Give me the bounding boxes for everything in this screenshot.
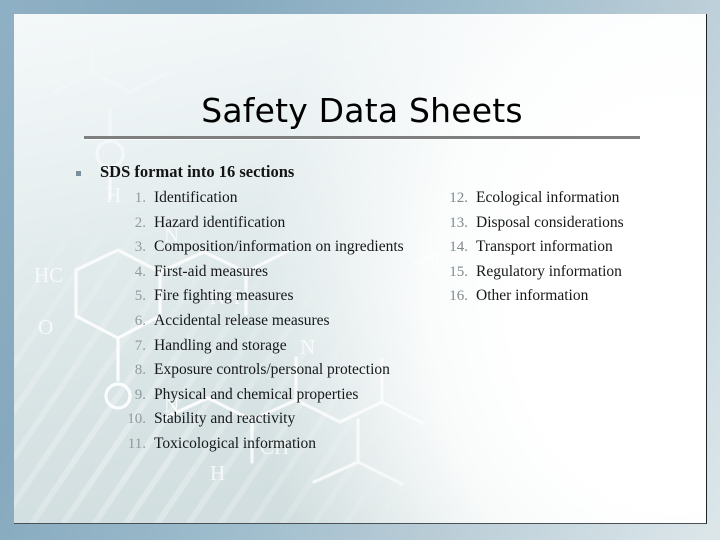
section-label: Identification <box>154 189 238 206</box>
section-list-item: 10. Stability and reactivity <box>118 410 404 435</box>
section-number: 2. <box>134 214 146 231</box>
section-list-item: 9. Physical and chemical properties <box>118 386 404 411</box>
section-number: 11. <box>127 435 146 452</box>
section-number: 3. <box>134 239 146 256</box>
section-list-item: 8. Exposure controls/personal protection <box>118 361 404 386</box>
section-list-item: 7. Handling and storage <box>118 337 404 362</box>
sections-list-left: 1. Identification 2. Hazard identification 3… <box>118 189 404 460</box>
section-list-item: 2. Hazard identification <box>118 214 404 239</box>
section-number: 16. <box>449 288 468 305</box>
section-number: 5. <box>134 288 146 305</box>
section-label: Disposal considerations <box>476 213 624 231</box>
section-label: Toxicological information <box>154 434 317 452</box>
section-list-item: 4. First-aid measures <box>118 263 404 288</box>
section-label: Physical and chemical properties <box>154 385 359 403</box>
section-list-item: 13. Disposal considerations <box>444 213 624 239</box>
section-list-item: 6. Accidental release measures <box>118 312 404 337</box>
section-label: Exposure controls/personal protection <box>154 361 390 379</box>
square-bullet-icon <box>76 171 81 176</box>
section-label: Ecological information <box>476 189 620 206</box>
bullet-heading-row: SDS format into 16 sections <box>76 162 295 181</box>
section-number: 13. <box>449 214 468 231</box>
slide-frame: HC N NH O N H CH N HC N H Safety Data Sh… <box>0 0 720 540</box>
section-number: 4. <box>134 263 146 280</box>
section-list-item: 14. Transport information <box>444 238 624 263</box>
bullet-heading-label: SDS format into 16 sections <box>100 162 295 181</box>
sections-list-right: 12. Ecological information 13. Disposal con… <box>444 189 624 312</box>
slide-canvas: HC N NH O N H CH N HC N H Safety Data Sh… <box>14 14 707 524</box>
section-label: First-aid measures <box>154 262 269 280</box>
section-list-item: 3. Composition/information on ingredients <box>118 238 404 263</box>
section-label: Fire fighting measures <box>154 287 294 305</box>
section-list-item: 11. Toxicological information <box>118 435 404 460</box>
slide-title: Safety Data Sheets <box>201 91 523 130</box>
section-label: Hazard identification <box>154 213 286 231</box>
section-list-item: 15. Regulatory information <box>444 263 624 288</box>
section-list-item: 12. Ecological information <box>444 189 624 214</box>
title-underline-rule <box>84 136 640 139</box>
section-number: 6. <box>134 312 146 329</box>
section-list-item: 5. Fire fighting measures <box>118 287 404 312</box>
section-number: 7. <box>134 337 146 354</box>
section-number: 8. <box>134 362 146 379</box>
section-number: 14. <box>449 239 468 256</box>
section-label: Handling and storage <box>154 336 287 354</box>
section-list-item: 16. Other information <box>444 287 624 312</box>
section-number: 1. <box>134 190 146 206</box>
section-label: Other information <box>476 287 589 305</box>
section-label: Accidental release measures <box>154 311 330 329</box>
section-label: Regulatory information <box>476 262 622 280</box>
section-number: 10. <box>127 411 146 428</box>
section-label: Stability and reactivity <box>154 410 296 428</box>
section-label: Composition/information on ingredients <box>154 238 404 256</box>
section-list-item: 1. Identification <box>118 189 404 214</box>
section-label: Transport information <box>476 238 613 256</box>
section-number: 15. <box>449 263 468 280</box>
section-number: 9. <box>134 386 146 403</box>
section-number: 12. <box>449 190 468 206</box>
